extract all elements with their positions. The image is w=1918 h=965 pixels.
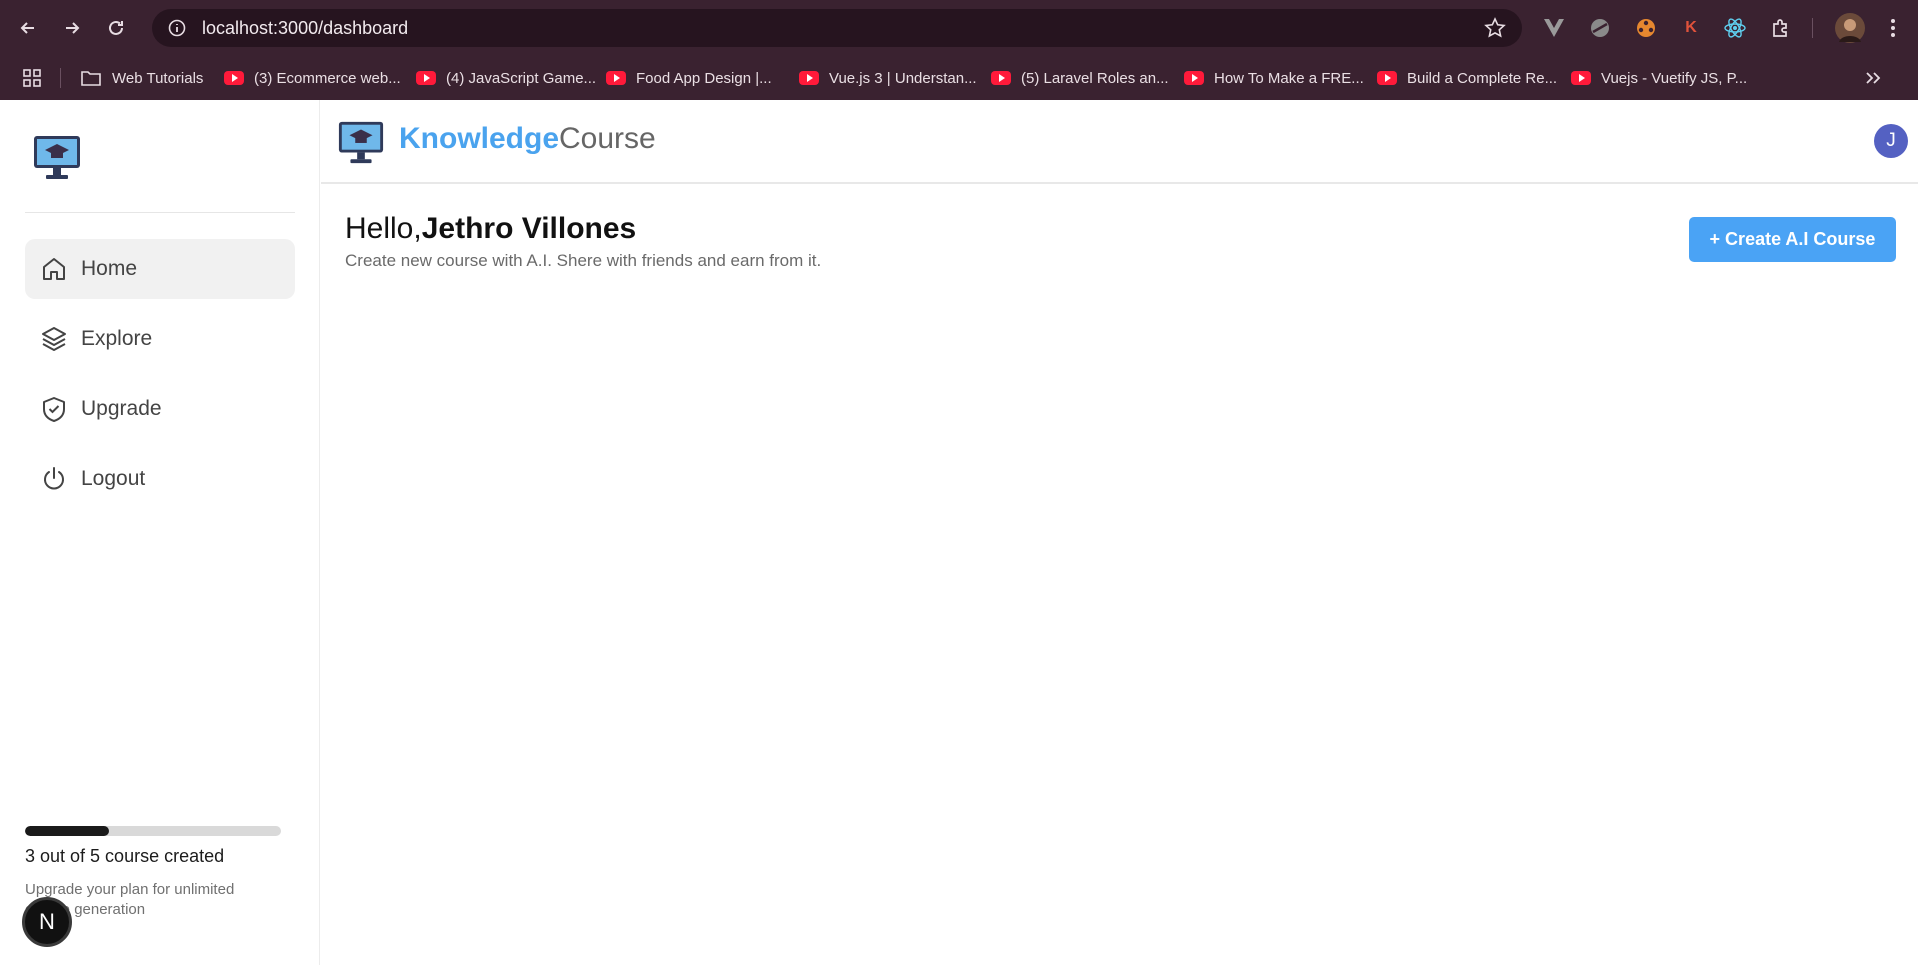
sidebar-item-label: Home (81, 257, 138, 280)
bookmark-item[interactable]: How To Make a FRE... (1184, 66, 1364, 90)
home-icon (39, 254, 69, 284)
power-icon (39, 464, 69, 494)
bookmark-item[interactable]: Build a Complete Re... (1377, 66, 1557, 90)
brand-name-light: Course (559, 122, 656, 155)
forward-button[interactable] (58, 14, 86, 42)
youtube-icon (1377, 71, 1397, 85)
bookmark-label: Vue.js 3 | Understan... (829, 69, 977, 87)
greeting-subtitle: Create new course with A.I. Shere with f… (345, 251, 822, 270)
react-devtools-icon[interactable] (1722, 15, 1748, 41)
arrow-left-icon (20, 22, 34, 34)
layers-icon (39, 324, 69, 354)
user-avatar[interactable]: J (1874, 124, 1908, 158)
youtube-icon (799, 71, 819, 85)
profile-avatar-icon[interactable] (1835, 13, 1865, 43)
bookmark-label: Build a Complete Re... (1407, 69, 1558, 87)
youtube-icon (416, 71, 436, 85)
bookmark-label: (3) Ecommerce web... (254, 69, 401, 87)
toolbar-divider (1812, 18, 1813, 38)
browser-menu-icon[interactable] (1880, 15, 1906, 41)
sidebar: Home Explore Upgrade Logout 3 out of 5 c… (0, 100, 320, 965)
sidebar-item-label: Logout (81, 467, 146, 490)
brand-logo-icon[interactable] (337, 118, 385, 166)
sidebar-item-label: Explore (81, 327, 153, 350)
greeting-prefix: Hello, (345, 212, 422, 245)
sidebar-item-home[interactable]: Home (25, 239, 295, 299)
app-header: KnowledgeCourse J (321, 100, 1918, 184)
sidebar-item-upgrade[interactable]: Upgrade (25, 379, 295, 439)
back-button[interactable] (14, 14, 42, 42)
bookmark-label: Web Tutorials (112, 69, 204, 87)
course-progress-fill (25, 826, 110, 836)
film-reel-extension-icon[interactable] (1633, 15, 1659, 41)
bookmark-item[interactable]: (4) JavaScript Game... (416, 66, 596, 90)
brand-name-bold: Knowledge (399, 122, 560, 155)
url-text: localhost:3000/dashboard (202, 17, 409, 38)
sidebar-item-logout[interactable]: Logout (25, 449, 295, 509)
bookmarks-bar: Web Tutorials (3) Ecommerce web... (4) J… (0, 56, 1918, 100)
bookmark-label: How To Make a FRE... (1214, 69, 1364, 87)
bookmark-item[interactable]: Vuejs - Vuetify JS, P... (1571, 66, 1747, 90)
youtube-icon (606, 71, 626, 85)
reload-button[interactable] (102, 14, 130, 42)
youtube-icon (1184, 71, 1204, 85)
shield-check-icon (39, 394, 69, 424)
bookmark-label: (5) Laravel Roles an... (1021, 69, 1169, 87)
course-count-text: 3 out of 5 course created (25, 846, 225, 866)
bookmark-item[interactable]: (5) Laravel Roles an... (991, 66, 1169, 90)
reload-icon (109, 20, 123, 35)
sidebar-item-label: Upgrade (81, 397, 162, 420)
course-progress-bar (25, 826, 281, 836)
arrow-right-icon (66, 22, 80, 34)
bookmark-item[interactable]: Food App Design |... (606, 66, 772, 90)
address-bar[interactable]: localhost:3000/dashboard (152, 9, 1522, 47)
app-root: Home Explore Upgrade Logout 3 out of 5 c… (0, 100, 1918, 965)
bookmark-item[interactable]: (3) Ecommerce web... (224, 66, 401, 90)
bookmark-item[interactable]: Vue.js 3 | Understan... (799, 66, 977, 90)
sidebar-divider (25, 212, 295, 213)
vue-devtools-icon[interactable] (1541, 15, 1567, 41)
browser-toolbar: localhost:3000/dashboard K (0, 0, 1918, 56)
youtube-icon (991, 71, 1011, 85)
youtube-icon (224, 71, 244, 85)
blocker-extension-icon[interactable] (1587, 15, 1613, 41)
create-ai-course-button[interactable]: + Create A.I Course (1689, 217, 1896, 262)
folder-icon (81, 71, 101, 86)
k-extension-icon[interactable]: K (1678, 15, 1704, 41)
greeting-heading: Hello,Jethro Villones (345, 212, 636, 246)
extensions-puzzle-icon[interactable] (1768, 15, 1794, 41)
brand-name[interactable]: KnowledgeCourse (399, 122, 656, 156)
app-logo-icon[interactable] (32, 132, 82, 182)
bookmarks-overflow-icon[interactable] (1864, 66, 1882, 90)
site-info-icon[interactable] (166, 17, 188, 39)
sidebar-item-explore[interactable]: Explore (25, 309, 295, 369)
bookmark-star-icon[interactable] (1484, 17, 1506, 39)
bookmark-label: (4) JavaScript Game... (446, 69, 597, 87)
browser-chrome: localhost:3000/dashboard K Web Tutorials… (0, 0, 1918, 100)
youtube-icon (1571, 71, 1591, 85)
bookmarks-divider (60, 68, 61, 88)
user-name: Jethro Villones (421, 212, 637, 245)
bookmark-label: Food App Design |... (636, 69, 772, 87)
apps-grid-icon[interactable] (22, 66, 42, 90)
bookmark-item[interactable]: Web Tutorials (80, 66, 203, 90)
nextjs-devtools-button[interactable]: N (22, 897, 72, 947)
bookmark-label: Vuejs - Vuetify JS, P... (1601, 69, 1748, 87)
